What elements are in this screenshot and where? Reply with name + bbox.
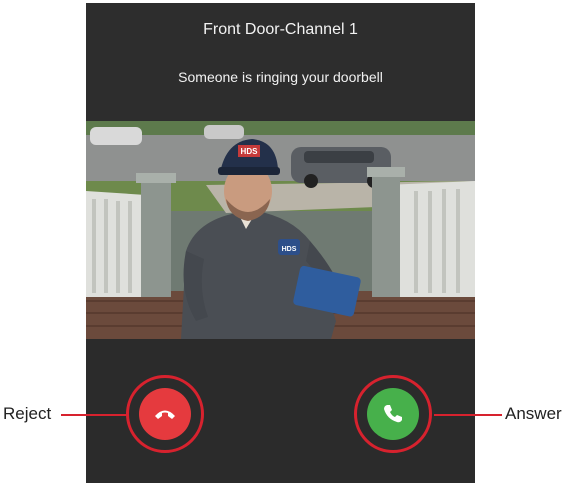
answer-callout-line: [434, 414, 502, 416]
camera-feed: HDS HDS: [86, 121, 475, 339]
answer-callout-label: Answer: [505, 404, 562, 423]
camera-feed-image: HDS HDS: [86, 121, 475, 339]
hang-up-icon: [155, 410, 175, 419]
reject-callout-label: Reject: [3, 404, 52, 423]
reject-call-button[interactable]: [139, 388, 191, 440]
call-controls: [86, 339, 475, 483]
phone-icon: [384, 405, 402, 423]
reject-callout-line: [61, 414, 127, 416]
doorbell-call-screen: Front Door-Channel 1 Someone is ringing …: [86, 3, 475, 483]
svg-text:HDS: HDS: [241, 147, 259, 156]
answer-call-button[interactable]: [367, 388, 419, 440]
ringing-message: Someone is ringing your doorbell: [178, 69, 383, 85]
reject-highlight-ring: [126, 375, 204, 453]
svg-text:HDS: HDS: [282, 246, 297, 253]
channel-title: Front Door-Channel 1: [203, 21, 358, 38]
answer-highlight-ring: [354, 375, 432, 453]
